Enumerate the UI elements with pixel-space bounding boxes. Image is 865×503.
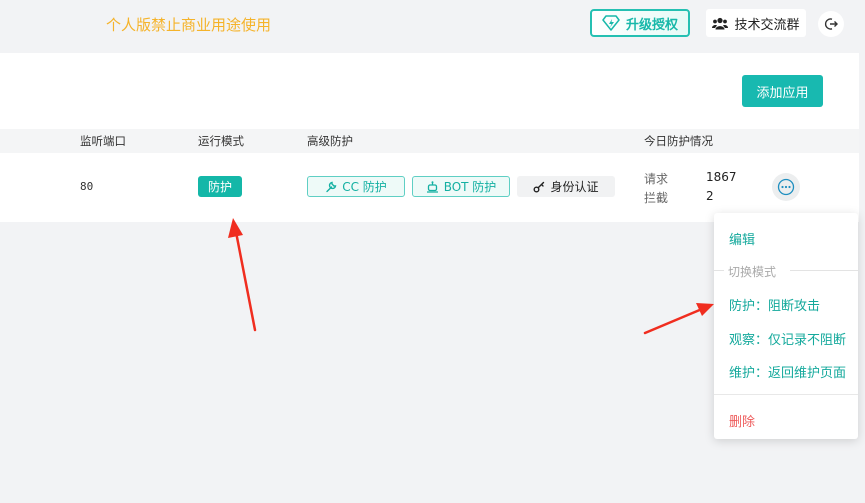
menu-item-mode-maintain[interactable]: 维护：返回维护页面 [729,362,846,381]
cc-tag-label: CC 防护 [342,180,387,194]
switch-mode-section: 切换模式 [714,263,858,279]
annotation-arrow-mode [228,218,257,332]
logout-icon [824,18,838,30]
auth-tag-label: 身份认证 [550,180,599,194]
switch-mode-heading: 切换模式 [728,265,777,279]
column-header-mode: 运行模式 [198,134,244,148]
annotation-arrow-protect [643,303,714,335]
menu-item-mode-protect[interactable]: 防护：阻断攻击 [729,295,820,314]
row-actions-dropdown: 编辑 切换模式 防护：阻断攻击 观察：仅记录不阻断 维护：返回维护页面 删除 [714,213,858,439]
cc-protection-tag[interactable]: CC 防护 [307,176,405,197]
request-count: 1867 [706,170,737,184]
bot-protection-tag[interactable]: BOT 防护 [412,176,510,197]
more-options-icon [777,178,795,196]
bot-tag-label: BOT 防护 [443,180,497,194]
key-icon [533,181,545,192]
table-header [0,129,859,153]
mode-badge[interactable]: 防护 [198,176,242,197]
users-icon [712,17,729,29]
block-count: 2 [706,189,714,203]
menu-item-mode-observe[interactable]: 观察：仅记录不阻断 [729,329,846,348]
license-notice: 个人版禁止商业用途使用 [106,16,272,34]
menu-item-delete[interactable]: 删除 [729,411,755,430]
diamond-bolt-icon [602,15,620,31]
block-label: 拦截 [644,191,669,205]
wrench-icon [326,181,337,192]
request-label: 请求 [644,172,669,186]
logout-button[interactable] [818,11,844,37]
robot-icon [426,180,438,193]
upgrade-label: 升级授权 [625,17,678,33]
menu-divider [714,394,858,395]
tech-community-button[interactable]: 技术交流群 [706,9,806,37]
community-label: 技术交流群 [734,17,800,33]
section-divider-left [714,270,724,271]
row-more-button[interactable] [772,173,800,201]
column-header-advanced: 高级防护 [307,134,353,148]
column-header-today: 今日防护情况 [644,134,713,148]
upgrade-license-button[interactable]: 升级授权 [590,9,690,37]
column-header-port: 监听端口 [80,134,126,148]
menu-item-edit[interactable]: 编辑 [729,229,755,248]
listen-port: 80 [80,180,94,193]
add-app-button[interactable]: 添加应用 [742,75,823,107]
identity-auth-tag[interactable]: 身份认证 [517,176,615,197]
section-divider-right [790,270,858,271]
